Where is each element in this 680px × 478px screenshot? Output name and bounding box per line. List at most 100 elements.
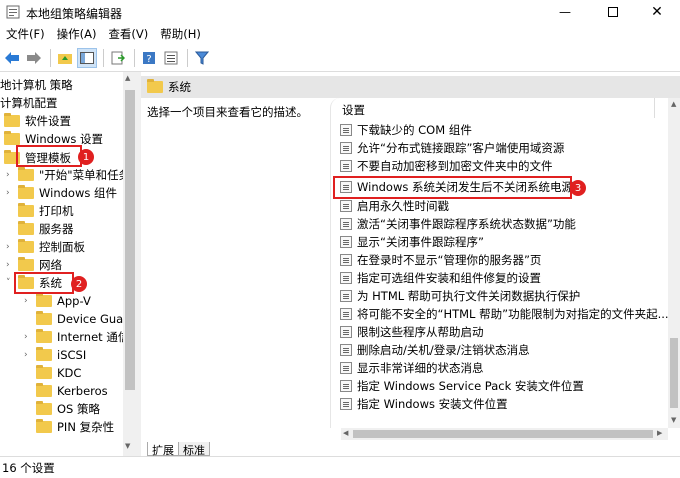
tree-item[interactable]: Device Guard bbox=[24, 310, 135, 328]
folder-icon bbox=[18, 185, 34, 199]
setting-row[interactable]: 指定可选组件安装和组件修复的设置 bbox=[340, 269, 541, 287]
toolbar-separator bbox=[50, 48, 51, 67]
setting-row[interactable]: 允许“分布式链接跟踪”客户端使用域资源 bbox=[340, 139, 564, 157]
policy-setting-icon bbox=[340, 124, 352, 136]
export-list-button[interactable] bbox=[108, 48, 128, 68]
filter-button[interactable] bbox=[192, 48, 212, 68]
column-divider bbox=[654, 98, 655, 118]
tree-item[interactable]: › iSCSI bbox=[24, 346, 86, 364]
window-title: 本地组策略编辑器 bbox=[26, 7, 123, 21]
setting-row[interactable]: 限制这些程序从帮助启动 bbox=[340, 323, 484, 341]
menu-file[interactable]: 文件(F) bbox=[0, 26, 51, 42]
folder-icon bbox=[36, 347, 52, 361]
tree-item[interactable]: 打印机 bbox=[6, 202, 74, 220]
annotation-box-3 bbox=[333, 176, 572, 199]
horizontal-scrollbar[interactable]: ◀ ▶ bbox=[341, 428, 668, 440]
setting-row[interactable]: 指定 Windows 安装文件位置 bbox=[340, 395, 508, 413]
menu-action[interactable]: 操作(A) bbox=[51, 26, 103, 42]
show-hide-tree-button[interactable] bbox=[77, 47, 97, 68]
back-button[interactable] bbox=[2, 48, 22, 68]
setting-row[interactable]: 将可能不安全的“HTML 帮助”功能限制为对指定的文件夹起... bbox=[340, 305, 669, 323]
setting-row[interactable]: 下载缺少的 COM 组件 bbox=[340, 121, 472, 139]
scroll-down-icon[interactable]: ▼ bbox=[671, 416, 676, 424]
setting-label: 激活“关闭事件跟踪程序系统状态数据”功能 bbox=[357, 217, 576, 231]
tree-item[interactable]: › App-V bbox=[24, 292, 91, 310]
expand-arrow-icon[interactable]: › bbox=[6, 242, 18, 252]
hscroll-thumb[interactable] bbox=[353, 430, 653, 438]
tree-scrollbar[interactable]: ▲ ▼ bbox=[123, 72, 137, 456]
up-folder-button[interactable] bbox=[55, 48, 75, 68]
folder-icon bbox=[36, 419, 52, 433]
folder-icon bbox=[147, 79, 163, 93]
details-header: 系统 bbox=[141, 76, 680, 98]
expand-arrow-icon[interactable]: › bbox=[24, 350, 36, 360]
setting-row[interactable]: 为 HTML 帮助可执行文件关闭数据执行保护 bbox=[340, 287, 580, 305]
list-scroll-thumb[interactable] bbox=[670, 338, 678, 408]
expand-arrow-icon[interactable]: › bbox=[24, 332, 36, 342]
tree-item-label: 地计算机 策略 bbox=[0, 78, 73, 92]
folder-icon bbox=[18, 221, 34, 235]
tab-standard[interactable]: 标准 bbox=[179, 442, 210, 457]
setting-row[interactable]: 指定 Windows Service Pack 安装文件位置 bbox=[340, 377, 584, 395]
setting-label: 在登录时不显示“管理你的服务器”页 bbox=[357, 253, 542, 267]
tree-item[interactable]: 计算机配置 bbox=[0, 94, 58, 112]
column-header-setting[interactable]: 设置 bbox=[342, 102, 365, 118]
setting-row[interactable]: 删除启动/关机/登录/注销状态消息 bbox=[340, 341, 530, 359]
export-icon bbox=[111, 51, 125, 64]
tree-scroll-thumb[interactable] bbox=[125, 90, 135, 390]
properties-button[interactable] bbox=[161, 48, 181, 68]
tree-item[interactable]: › Internet 通信 bbox=[24, 328, 129, 346]
scroll-right-icon[interactable]: ▶ bbox=[657, 429, 662, 437]
tree-item-label: iSCSI bbox=[57, 348, 87, 362]
tree-item[interactable]: › "开始"菜单和任务 bbox=[6, 166, 130, 184]
list-scrollbar[interactable]: ▲ ▼ bbox=[668, 98, 680, 428]
forward-button[interactable] bbox=[24, 48, 44, 68]
setting-label: 指定可选组件安装和组件修复的设置 bbox=[357, 271, 541, 285]
expand-arrow-icon[interactable]: › bbox=[6, 260, 18, 270]
expand-arrow-icon[interactable]: › bbox=[24, 296, 36, 306]
tree-item[interactable]: Kerberos bbox=[24, 382, 108, 400]
annotation-box-1 bbox=[16, 145, 82, 167]
minimize-button[interactable]: — bbox=[542, 0, 588, 24]
tab-extended[interactable]: 扩展 bbox=[147, 442, 179, 457]
scroll-left-icon[interactable]: ◀ bbox=[343, 429, 348, 437]
setting-label: 为 HTML 帮助可执行文件关闭数据执行保护 bbox=[357, 289, 581, 303]
tree-item[interactable]: › Windows 组件 bbox=[6, 184, 117, 202]
setting-label: 显示非常详细的状态消息 bbox=[357, 361, 484, 375]
scroll-up-icon[interactable]: ▲ bbox=[125, 74, 130, 82]
tree-item[interactable]: PIN 复杂性 bbox=[24, 418, 114, 436]
view-tabs: 扩展 标准 bbox=[141, 440, 680, 457]
maximize-button[interactable] bbox=[590, 0, 636, 24]
status-bar: 16 个设置 bbox=[0, 456, 680, 478]
folder-icon bbox=[4, 113, 20, 127]
annotation-badge-3: 3 bbox=[570, 180, 586, 196]
setting-row[interactable]: 启用永久性时间戳 bbox=[340, 197, 449, 215]
setting-label: 下载缺少的 COM 组件 bbox=[357, 123, 472, 137]
setting-row[interactable]: 激活“关闭事件跟踪程序系统状态数据”功能 bbox=[340, 215, 576, 233]
maximize-icon bbox=[608, 7, 618, 17]
folder-icon bbox=[36, 365, 52, 379]
expand-arrow-icon[interactable]: › bbox=[6, 188, 18, 198]
menu-help[interactable]: 帮助(H) bbox=[154, 26, 207, 42]
folder-up-icon bbox=[58, 53, 72, 64]
tree-item[interactable]: › 控制面板 bbox=[6, 238, 85, 256]
scroll-down-icon[interactable]: ▼ bbox=[125, 442, 130, 450]
setting-label: 允许“分布式链接跟踪”客户端使用域资源 bbox=[357, 141, 565, 155]
setting-row[interactable]: 显示“关闭事件跟踪程序” bbox=[340, 233, 484, 251]
tree-item[interactable]: 服务器 bbox=[6, 220, 74, 238]
setting-row[interactable]: 在登录时不显示“管理你的服务器”页 bbox=[340, 251, 541, 269]
tree-item-label: 软件设置 bbox=[25, 114, 71, 128]
setting-row[interactable]: 显示非常详细的状态消息 bbox=[340, 359, 484, 377]
scroll-up-icon[interactable]: ▲ bbox=[671, 100, 676, 108]
setting-row[interactable]: 不要自动加密移到加密文件夹中的文件 bbox=[340, 157, 553, 175]
menu-view[interactable]: 查看(V) bbox=[102, 26, 154, 42]
tree-item[interactable]: 地计算机 策略 bbox=[0, 76, 73, 94]
tree-item[interactable]: OS 策略 bbox=[24, 400, 100, 418]
help-icon: ? bbox=[143, 51, 155, 65]
expand-arrow-icon[interactable]: › bbox=[6, 170, 18, 180]
tree-item[interactable]: KDC bbox=[24, 364, 81, 382]
folder-icon bbox=[36, 311, 52, 325]
tree-item[interactable]: 软件设置 bbox=[4, 112, 71, 130]
close-button[interactable]: ✕ bbox=[634, 0, 680, 24]
help-button[interactable]: ? bbox=[139, 48, 159, 68]
